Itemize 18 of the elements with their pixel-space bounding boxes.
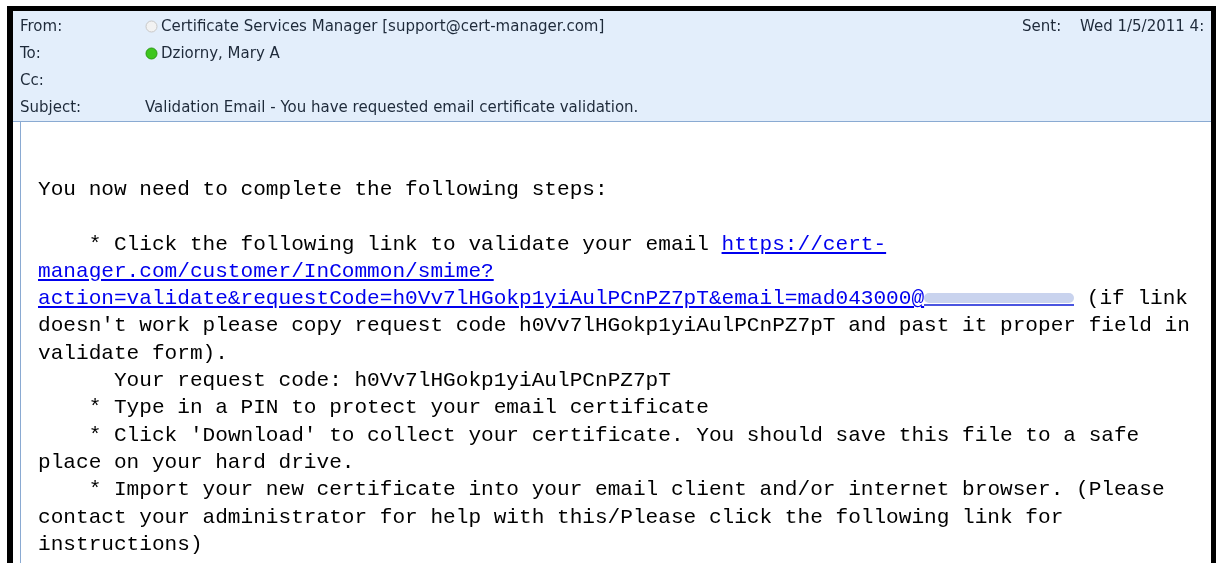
- validation-link[interactable]: action=validate&requestCode=h0Vv7lHGokp1yiAulPCnPZ7pT&email=mad043000@: [38, 286, 925, 311]
- field-label: Cc:: [20, 70, 45, 92]
- body-text: * Click 'Download' to collect your certificate. You should save this file to a safe place on your hard drive.: [38, 421, 1141, 476]
- field-value: Certificate Services Manager [support@cert-manager.com]: [161, 16, 605, 38]
- field-label: Subject:: [20, 97, 83, 119]
- body-text: * Import your new certificate into your email client and/or internet browser. (Please contact your administrator for help with this/Please click the following link for instructions): [38, 476, 1166, 558]
- field-label: From:: [20, 16, 64, 38]
- body-text: * Click the following link to validate your email https://cert- manager.com/customer/InCommon/smime? action=validate&requestCode=h0Vv7lHGokp1yiAulPCnPZ7pT&email=mad043000@ (if link doesn't work please copy request code h0Vv7lHGokp1yiAulPCnPZ7pT and past it proper field in validate form).: [38, 230, 1191, 367]
- field-value: Wed 1/5/2011 4:: [1080, 16, 1205, 38]
- body-text: * Type in a PIN to protect your email certificate: [87, 394, 710, 422]
- body-text: You now need to complete the following steps:: [38, 176, 609, 203]
- field-label: To:: [20, 43, 42, 65]
- validation-link[interactable]: https://cert-: [721, 231, 887, 256]
- body-text: Your request code: h0Vv7lHGokp1yiAulPCnPZ7pT: [112, 367, 672, 395]
- field-value: Validation Email - You have requested email certificate validation.: [145, 97, 639, 119]
- validation-link[interactable]: manager.com/customer/InCommon/smime?: [38, 258, 494, 283]
- field-value: Dziorny, Mary A: [161, 43, 280, 65]
- field-label: Sent:: [1022, 16, 1063, 38]
